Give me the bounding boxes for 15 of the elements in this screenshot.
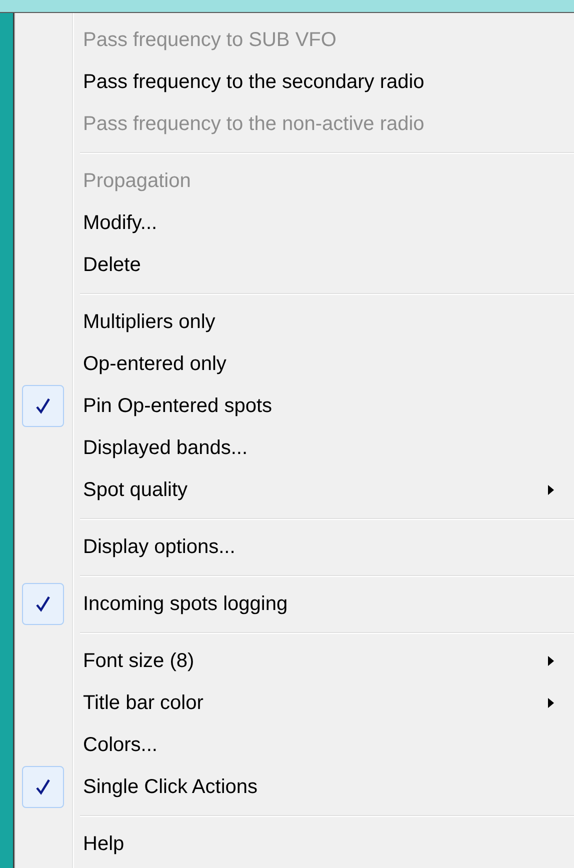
menu-item[interactable]: Pass frequency to the secondary radio: [18, 61, 574, 103]
menu-item[interactable]: Spot quality: [18, 469, 574, 511]
menu-item[interactable]: Op-entered only: [18, 343, 574, 385]
menu-item[interactable]: Help: [18, 823, 574, 865]
menu-item[interactable]: Multipliers only: [18, 301, 574, 343]
menu-item[interactable]: Pin Op-entered spots: [18, 385, 574, 427]
menu-item[interactable]: Font size (8): [18, 640, 574, 682]
menu-item[interactable]: Incoming spots logging: [18, 583, 574, 625]
menu-item[interactable]: Delete: [18, 244, 574, 286]
menu-item[interactable]: Display options...: [18, 526, 574, 568]
menu-item[interactable]: Colors...: [18, 724, 574, 766]
menu-item[interactable]: Single Click Actions: [18, 766, 574, 808]
menu-item[interactable]: Title bar color: [18, 682, 574, 724]
menu-item[interactable]: Displayed bands...: [18, 427, 574, 469]
menu-item[interactable]: Modify...: [18, 202, 574, 244]
